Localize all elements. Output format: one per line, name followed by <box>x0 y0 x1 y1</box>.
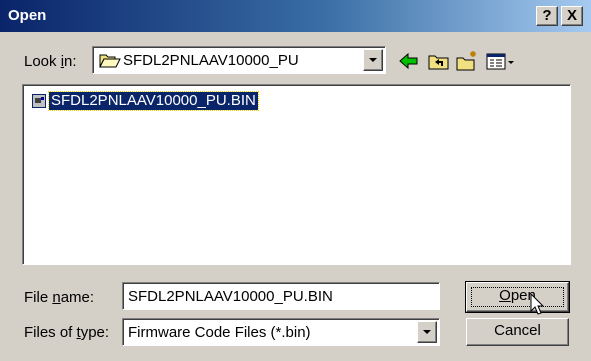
mouse-cursor-icon <box>530 292 546 321</box>
file-name-value: SFDL2PNLAAV10000_PU.BIN <box>128 288 333 305</box>
look-in-value: SFDL2PNLAAV10000_PU <box>123 52 299 69</box>
title-bar: Open ? X <box>0 0 591 32</box>
file-name-label: File name: <box>24 289 95 306</box>
focus-rectangle <box>471 287 564 307</box>
close-button[interactable]: X <box>561 6 583 26</box>
list-item[interactable]: SFDL2PNLAAV10000_PU.BIN <box>31 91 259 111</box>
file-name-field[interactable]: SFDL2PNLAAV10000_PU.BIN <box>122 282 440 310</box>
file-type-value: Firmware Code Files (*.bin) <box>128 324 311 341</box>
look-in-label: Look in: <box>24 53 77 70</box>
cancel-button[interactable]: Cancel <box>466 318 569 346</box>
open-button[interactable]: Open <box>465 281 570 313</box>
view-menu-button[interactable] <box>485 49 517 73</box>
file-type-dropdown-arrow[interactable] <box>417 321 437 343</box>
window-title: Open <box>8 7 47 24</box>
look-in-dropdown-arrow[interactable] <box>363 49 383 71</box>
new-folder-icon <box>455 51 479 77</box>
look-in-dropdown[interactable]: SFDL2PNLAAV10000_PU <box>92 46 386 74</box>
up-one-level-icon <box>427 55 451 77</box>
up-one-level-button[interactable] <box>427 49 451 73</box>
file-type-dropdown[interactable]: Firmware Code Files (*.bin) <box>122 318 440 346</box>
view-menu-icon <box>485 53 517 77</box>
file-list[interactable]: SFDL2PNLAAV10000_PU.BIN <box>22 84 571 265</box>
back-arrow-icon <box>397 52 421 77</box>
help-button[interactable]: ? <box>536 6 558 26</box>
back-button[interactable] <box>397 49 421 73</box>
file-type-label: Files of type: <box>24 324 110 341</box>
create-new-folder-button[interactable] <box>455 49 479 73</box>
bin-file-icon <box>31 93 47 109</box>
file-name[interactable]: SFDL2PNLAAV10000_PU.BIN <box>48 91 259 111</box>
folder-open-icon <box>99 52 121 73</box>
